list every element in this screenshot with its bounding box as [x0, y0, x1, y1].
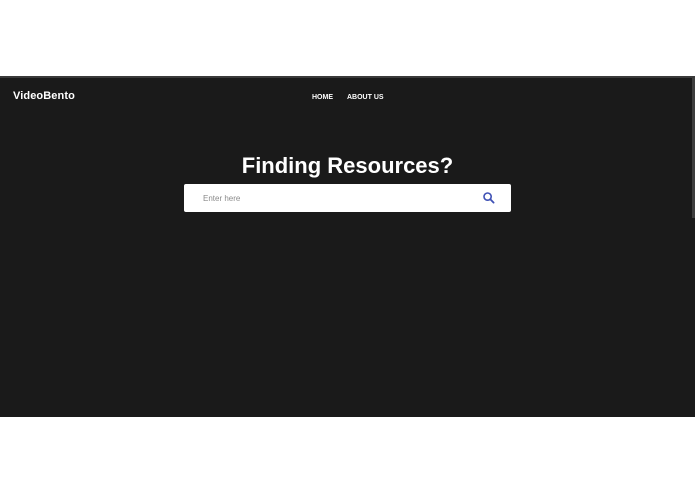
- brand-logo[interactable]: VideoBento: [13, 90, 75, 102]
- search-icon[interactable]: [482, 191, 496, 205]
- nav-about-us-link[interactable]: ABOUT US: [347, 94, 384, 101]
- top-nav: HOME ABOUT US: [312, 94, 384, 101]
- hero-title: Finding Resources?: [241, 153, 454, 178]
- search-bar: [184, 184, 511, 212]
- search-input[interactable]: [203, 184, 473, 212]
- app-frame: VideoBento HOME ABOUT US Finding Resourc…: [0, 76, 695, 417]
- nav-home-link[interactable]: HOME: [312, 94, 333, 101]
